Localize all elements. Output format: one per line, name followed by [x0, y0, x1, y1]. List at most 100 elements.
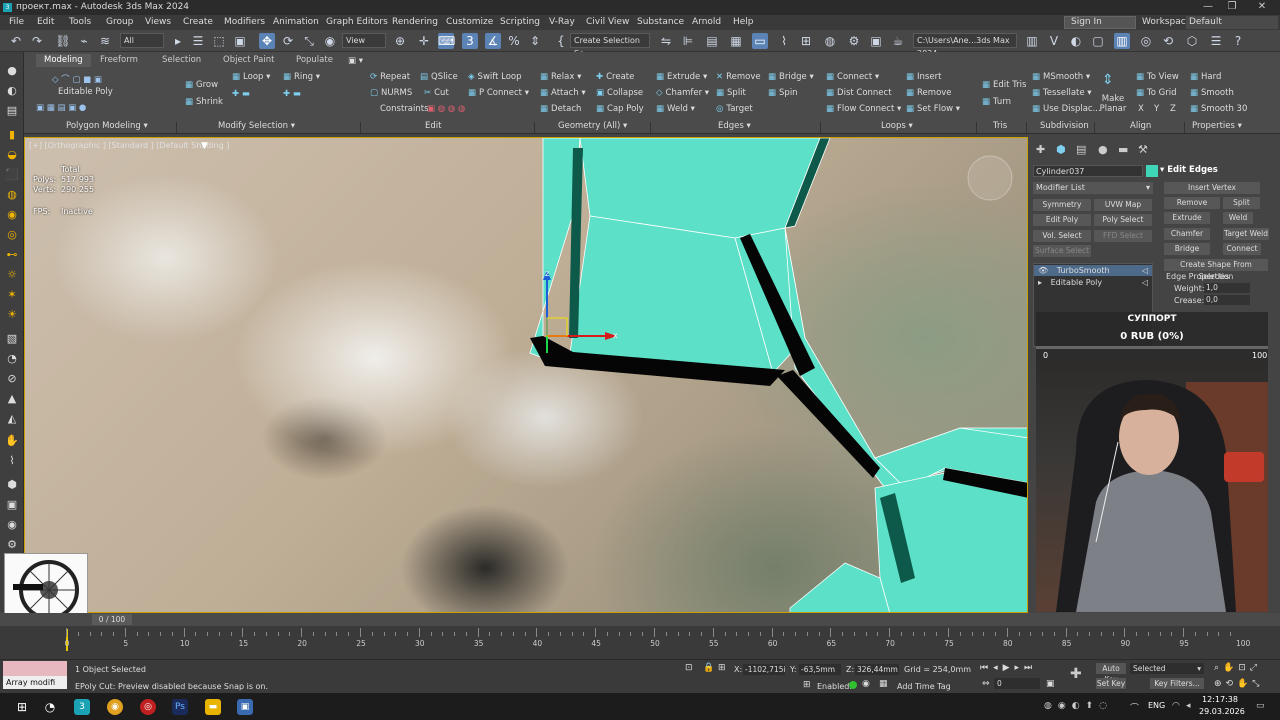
menu-list-icon[interactable]: ☰ [1208, 33, 1224, 49]
y-coordinate-field[interactable]: -63,5mm [799, 664, 841, 675]
set-key-big-icon[interactable]: ✚ [1070, 666, 1082, 682]
mesh-canvas[interactable]: z x [25, 138, 1028, 613]
vol-select-button[interactable]: Vol. Select [1033, 230, 1091, 242]
edge-chamfer-button[interactable]: Chamfer [1164, 228, 1210, 240]
close-button[interactable]: ✕ [1252, 1, 1272, 12]
poly-select-button[interactable]: Poly Select [1094, 214, 1152, 226]
display-icon[interactable]: ◐ [5, 84, 19, 98]
ring-button[interactable]: ▦ Ring ▾ [283, 72, 320, 82]
light-icon[interactable]: ◍ [5, 188, 19, 202]
menu-civil-view[interactable]: Civil View [586, 17, 629, 27]
eye-icon[interactable]: 👁 [1038, 266, 1048, 275]
loops-remove-button[interactable]: ▦ Remove [906, 88, 952, 98]
z-coordinate-field[interactable]: 326,44mm [855, 664, 899, 675]
helper-icon[interactable]: ◎ [5, 228, 19, 242]
maximize-button[interactable]: ❐ [1222, 1, 1242, 12]
ribbon-options-icon[interactable]: ▣ ▾ [348, 56, 363, 66]
hierarchy-icon[interactable]: ▤ [5, 104, 19, 118]
menu-tools[interactable]: Tools [69, 17, 91, 27]
edge-bridge-button[interactable]: Bridge [1164, 243, 1210, 255]
maxscript-listener-field[interactable] [3, 661, 67, 676]
navigation-icons[interactable]: ⌕✋⊡⤢ [1214, 663, 1261, 673]
adaptive-degradation-icon[interactable]: ⊞ [803, 680, 811, 690]
viewport-filter-icon[interactable]: ▼ [201, 141, 208, 151]
modify-icon[interactable]: ⬢ [5, 478, 19, 492]
obs-icon[interactable]: ◎ [140, 699, 156, 715]
object-paint-icon[interactable]: ▮ [5, 128, 19, 142]
smooth-30-button[interactable]: ▦ Smooth 30 [1190, 104, 1247, 114]
rect-selection-icon[interactable]: ⬚ [211, 33, 227, 49]
snaps-toggle-icon[interactable]: 3 [462, 33, 478, 49]
tab-populate[interactable]: Populate [296, 54, 333, 67]
scene-explorer-icon[interactable]: ▤ [704, 33, 720, 49]
particles-icon[interactable]: ☼ [5, 268, 19, 282]
utilities-tab-icon[interactable]: ⚒ [1138, 143, 1148, 156]
curve-editor-icon[interactable]: ⌇ [776, 33, 792, 49]
display-tab-icon[interactable]: ▬ [1118, 143, 1128, 156]
p-connect-button[interactable]: ▦ P Connect ▾ [468, 88, 529, 98]
viewcube-icon[interactable] [967, 155, 1013, 201]
create-shape-button[interactable]: Create Shape From Selection [1164, 259, 1268, 281]
edit-poly-button[interactable]: Edit Poly [1033, 214, 1091, 226]
tab-selection[interactable]: Selection [162, 54, 201, 67]
to-view-button[interactable]: ▦ To View [1136, 72, 1179, 82]
make-planar-icon[interactable]: ⇕ [1102, 72, 1114, 88]
loop-button[interactable]: ▦ Loop ▾ [232, 72, 270, 82]
modifier-stack-icon[interactable]: ▣ [5, 498, 19, 512]
tab-freeform[interactable]: Freeform [100, 54, 138, 67]
grow-button[interactable]: ▦ Grow [185, 80, 218, 90]
key-filters-button[interactable]: Key Filters... [1150, 678, 1204, 689]
bind-spacewarp-icon[interactable]: ≋ [97, 33, 113, 49]
hierarchy-tab-icon[interactable]: ▤ [1076, 143, 1086, 156]
use-displacement-button[interactable]: ▦ Use Displac... [1032, 104, 1101, 114]
align-icon[interactable]: ⊫ [680, 33, 696, 49]
render-production-icon[interactable]: ☕ [890, 33, 906, 49]
chamfer-button[interactable]: ◇ Chamfer ▾ [656, 88, 709, 98]
align-x-button[interactable]: X [1138, 104, 1144, 114]
group-properties[interactable]: Properties ▾ [1192, 121, 1242, 131]
mode-toggle-icons[interactable]: ▣ ▦ ▤ ▣ ● [36, 103, 86, 113]
selection-filter-dropdown[interactable]: All [120, 33, 164, 48]
edge-connect-button[interactable]: Connect [1223, 243, 1261, 255]
attach-button[interactable]: ▦ Attach ▾ [540, 88, 586, 98]
menu-modifiers[interactable]: Modifiers [224, 17, 265, 27]
menu-help[interactable]: Help [733, 17, 754, 27]
add-time-tag-label[interactable]: Add Time Tag [897, 682, 951, 691]
copilot-icon[interactable]: ◔ [42, 699, 58, 715]
spinner-snap-icon[interactable]: ⇕ [527, 33, 543, 49]
percent-snap-icon[interactable]: % [506, 33, 522, 49]
system-tray-icons[interactable]: ◍◉◐⬆◌ [1044, 701, 1113, 711]
align-y-button[interactable]: Y [1154, 104, 1159, 114]
stack-item-editable-poly[interactable]: ▸ Editable Poly ◁ [1034, 277, 1152, 288]
nurms-button[interactable]: ▢ NURMS [370, 88, 412, 98]
menu-edit[interactable]: Edit [37, 17, 54, 27]
motion-tab-icon[interactable]: ● [1098, 143, 1108, 156]
edge-extrude-button[interactable]: Extrude [1164, 212, 1210, 224]
make-planar-button[interactable]: Make Planar [1098, 94, 1128, 114]
select-manipulate-icon[interactable]: ✛ [416, 33, 432, 49]
remove-button[interactable]: ✕ Remove [716, 72, 761, 82]
modify-tab-icon[interactable]: ⬢ [1056, 143, 1066, 156]
symmetry-button[interactable]: Symmetry [1033, 199, 1091, 211]
target-weld-button[interactable]: Target Weld [1223, 228, 1269, 240]
shrink-button[interactable]: ▦ Shrink [185, 97, 223, 107]
wifi-icon[interactable]: ◠ [1172, 701, 1180, 711]
weld-button[interactable]: ▦ Weld ▾ [656, 104, 695, 114]
maxscript-input[interactable]: Array modifi [3, 676, 67, 689]
insert-vertex-button[interactable]: Insert Vertex [1164, 182, 1260, 194]
language-indicator[interactable]: ENG [1148, 701, 1165, 710]
modifier-list-dropdown[interactable]: Modifier List ▾ [1033, 182, 1153, 194]
subobject-mode-icons[interactable]: ◇ ⌒ ▢ ■ ▣ [52, 73, 102, 85]
repeat-button[interactable]: ⟳ Repeat [370, 72, 410, 82]
object-color-swatch[interactable] [1146, 165, 1158, 177]
minimize-button[interactable]: — [1198, 1, 1218, 12]
utilities-icon[interactable]: ◉ [5, 518, 19, 532]
vray-icon[interactable]: V [1046, 33, 1062, 49]
network-icon[interactable]: ⌒ [1130, 701, 1139, 714]
menu-substance[interactable]: Substance [637, 17, 684, 27]
spacewarp-icon[interactable]: ✶ [5, 288, 19, 302]
systems-icon[interactable]: ⊷ [5, 248, 19, 262]
key-mode-icon[interactable]: ⇔ [982, 679, 990, 689]
swift-loop-button[interactable]: ◈ Swift Loop [468, 72, 522, 82]
hand-icon[interactable]: ✋ [5, 434, 19, 448]
